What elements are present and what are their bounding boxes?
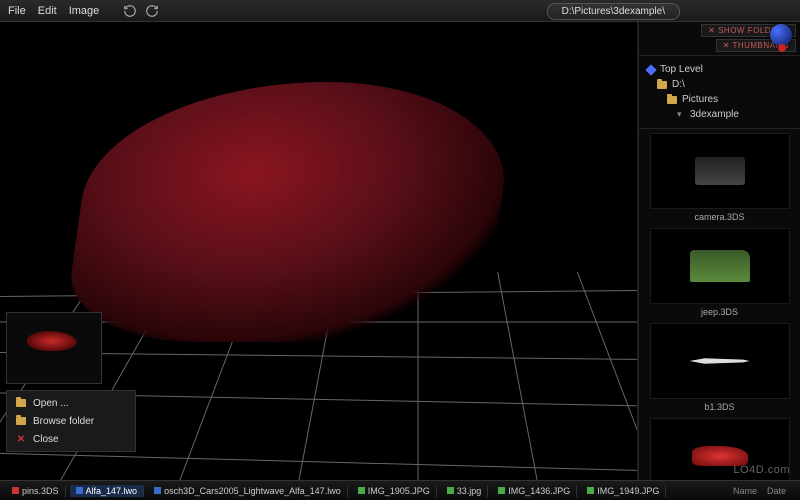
file-type-icon [12,487,19,494]
tree-drive[interactable]: D:\ [647,77,792,92]
chevron-down-icon: ▾ [677,109,685,120]
thumb-image [650,228,790,304]
file-type-icon [587,487,594,494]
context-close-label: Close [33,434,59,445]
main-menu: File Edit Image [8,5,99,17]
path-display[interactable]: D:\Pictures\3dexample\ [547,3,680,20]
folder-icon [657,81,667,89]
context-close[interactable]: ✕ Close [7,430,135,448]
context-menu: Open ... Browse folder ✕ Close [6,390,136,452]
sidebar: ✕ SHOW FOLDERS ✕ THUMBNAILS Top Level D:… [638,22,800,480]
toolbar [123,4,159,18]
file-type-icon [76,487,83,494]
menu-image[interactable]: Image [69,5,100,17]
status-files: pins.3DS Alfa_147.lwo osch3D_Cars2005_Ligh… [6,485,729,497]
file-type-icon [447,487,454,494]
watermark: LO4D.com [733,464,790,476]
thumb-label: jeep.3DS [645,307,794,317]
file-tab-label: IMG_1905.JPG [368,486,430,496]
thumb-label: b1.3DS [645,402,794,412]
thumbnail-list: camera.3DS jeep.3DS b1.3DS [639,129,800,480]
file-tab[interactable]: osch3D_Cars2005_Lightwave_Alfa_147.lwo [148,485,348,497]
sort-date[interactable]: Date [767,486,786,496]
file-tab[interactable]: Alfa_147.lwo [70,485,145,497]
thumb-image [650,133,790,209]
app-orb-icon[interactable] [770,24,792,46]
tree-top-label: Top Level [660,64,703,75]
file-tab-label: osch3D_Cars2005_Lightwave_Alfa_147.lwo [164,486,341,496]
rotate-ccw-icon[interactable] [123,4,137,18]
status-sort: Name Date [733,486,794,496]
tree-3dexample[interactable]: ▾ 3dexample [647,107,792,122]
file-type-icon [154,487,161,494]
main-area: Open ... Browse folder ✕ Close ✕ SHOW FO… [0,22,800,480]
file-tab[interactable]: 33.jpg [441,485,489,497]
mini-preview[interactable] [6,312,102,384]
diamond-icon [645,64,656,75]
file-tab-label: IMG_1436.JPG [508,486,570,496]
file-tab-label: pins.3DS [22,486,59,496]
thumb-jeep[interactable]: jeep.3DS [645,228,794,317]
folder-icon [15,415,27,427]
file-tab-label: 33.jpg [457,486,482,496]
context-browse-label: Browse folder [33,416,94,427]
menu-edit[interactable]: Edit [38,5,57,17]
menu-file[interactable]: File [8,5,26,17]
sort-name[interactable]: Name [733,486,757,496]
folder-tree: Top Level D:\ Pictures ▾ 3dexample [639,56,800,129]
thumb-camera[interactable]: camera.3DS [645,133,794,222]
tree-pictures[interactable]: Pictures [647,92,792,107]
tree-pictures-label: Pictures [682,94,718,105]
3d-viewport[interactable]: Open ... Browse folder ✕ Close [0,22,638,480]
file-tab[interactable]: IMG_1949.JPG [581,485,666,497]
context-open-label: Open ... [33,398,69,409]
context-open[interactable]: Open ... [7,394,135,412]
tree-top-level[interactable]: Top Level [647,62,792,77]
file-type-icon [498,487,505,494]
mini-preview-model [27,331,77,351]
folder-open-icon [15,397,27,409]
context-browse[interactable]: Browse folder [7,412,135,430]
rotate-cw-icon[interactable] [145,4,159,18]
tree-drive-label: D:\ [672,79,685,90]
status-bar: pins.3DS Alfa_147.lwo osch3D_Cars2005_Ligh… [0,480,800,500]
thumb-b1[interactable]: b1.3DS [645,323,794,412]
file-tab[interactable]: pins.3DS [6,485,66,497]
close-icon: ✕ [15,433,27,445]
file-type-icon [358,487,365,494]
record-indicator-icon [778,44,786,52]
file-tab-label: Alfa_147.lwo [86,486,138,496]
file-tab[interactable]: IMG_1436.JPG [492,485,577,497]
file-tab[interactable]: IMG_1905.JPG [352,485,437,497]
file-tab-label: IMG_1949.JPG [597,486,659,496]
tree-3dexample-label: 3dexample [690,109,739,120]
thumb-image [650,323,790,399]
thumb-label: camera.3DS [645,212,794,222]
title-bar: File Edit Image D:\Pictures\3dexample\ [0,0,800,22]
folder-icon [667,96,677,104]
